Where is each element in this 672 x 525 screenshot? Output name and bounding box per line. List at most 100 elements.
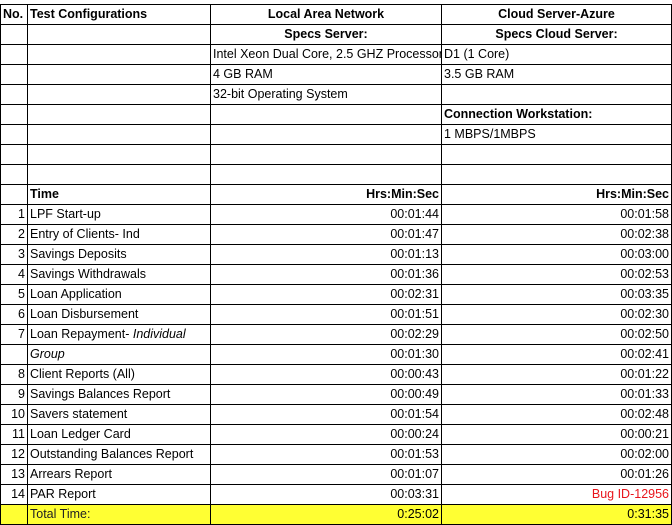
test-label[interactable]: Loan Repayment- Individual (27, 324, 211, 345)
test-label[interactable]: Savings Balances Report (27, 384, 211, 405)
row-number[interactable]: 12 (0, 444, 28, 465)
lan-time-value[interactable]: 00:01:13 (210, 244, 442, 265)
lan-time-value[interactable]: 00:03:31 (210, 484, 442, 505)
cell[interactable] (0, 164, 28, 185)
test-label[interactable]: Savings Withdrawals (27, 264, 211, 285)
lan-spec-cpu[interactable]: Intel Xeon Dual Core, 2.5 GHZ Processor (210, 44, 442, 65)
lan-time-value[interactable]: 00:01:51 (210, 304, 442, 325)
test-label[interactable]: Savings Deposits (27, 244, 211, 265)
test-label[interactable]: Arrears Report (27, 464, 211, 485)
cloud-spec-cores[interactable]: D1 (1 Core) (441, 44, 672, 65)
cloud-time-value[interactable]: 00:02:30 (441, 304, 672, 325)
cloud-specs-title[interactable]: Specs Cloud Server: (441, 24, 672, 45)
cloud-time-value[interactable]: 00:01:26 (441, 464, 672, 485)
cell[interactable] (0, 64, 28, 85)
cloud-time-value[interactable]: 00:02:48 (441, 404, 672, 425)
cell[interactable] (210, 164, 442, 185)
cell[interactable] (27, 64, 211, 85)
lan-spec-os[interactable]: 32-bit Operating System (210, 84, 442, 105)
lan-time-value[interactable]: 00:01:53 (210, 444, 442, 465)
test-label[interactable]: Client Reports (All) (27, 364, 211, 385)
total-cloud-value[interactable]: 0:31:35 (441, 504, 672, 525)
cloud-connection-title[interactable]: Connection Workstation: (441, 104, 672, 125)
test-label[interactable]: Loan Ledger Card (27, 424, 211, 445)
cloud-time-value[interactable]: 00:02:53 (441, 264, 672, 285)
cloud-time-value[interactable]: 00:00:21 (441, 424, 672, 445)
lan-specs-title[interactable]: Specs Server: (210, 24, 442, 45)
cell[interactable] (441, 164, 672, 185)
cloud-time-value[interactable]: 00:01:58 (441, 204, 672, 225)
test-label[interactable]: Savers statement (27, 404, 211, 425)
cell[interactable] (0, 184, 28, 205)
row-number[interactable]: 4 (0, 264, 28, 285)
cell[interactable] (0, 124, 28, 145)
cloud-bug-id[interactable]: Bug ID-12956 (441, 484, 672, 505)
cloud-time-header[interactable]: Hrs:Min:Sec (441, 184, 672, 205)
lan-time-value[interactable]: 00:01:54 (210, 404, 442, 425)
row-number[interactable] (0, 344, 28, 365)
lan-time-value[interactable]: 00:01:07 (210, 464, 442, 485)
row-number[interactable]: 13 (0, 464, 28, 485)
lan-time-value[interactable]: 00:01:44 (210, 204, 442, 225)
cell[interactable] (27, 124, 211, 145)
lan-spec-ram[interactable]: 4 GB RAM (210, 64, 442, 85)
cell[interactable] (0, 84, 28, 105)
cell[interactable] (441, 84, 672, 105)
cloud-time-value[interactable]: 00:01:22 (441, 364, 672, 385)
cell[interactable] (210, 124, 442, 145)
row-number[interactable]: 8 (0, 364, 28, 385)
cell[interactable] (27, 104, 211, 125)
lan-time-value[interactable]: 00:00:43 (210, 364, 442, 385)
row-number[interactable]: 14 (0, 484, 28, 505)
row-number[interactable]: 6 (0, 304, 28, 325)
row-number[interactable]: 1 (0, 204, 28, 225)
test-label[interactable]: LPF Start-up (27, 204, 211, 225)
cell[interactable] (27, 144, 211, 165)
lan-time-value[interactable]: 00:01:47 (210, 224, 442, 245)
row-number[interactable]: 7 (0, 324, 28, 345)
row-number[interactable]: 3 (0, 244, 28, 265)
cloud-time-value[interactable]: 00:02:41 (441, 344, 672, 365)
cloud-time-value[interactable]: 00:02:38 (441, 224, 672, 245)
cloud-spec-ram[interactable]: 3.5 GB RAM (441, 64, 672, 85)
test-label[interactable]: Loan Application (27, 284, 211, 305)
row-number[interactable]: 11 (0, 424, 28, 445)
header-lan[interactable]: Local Area Network (210, 4, 442, 25)
cell[interactable] (27, 24, 211, 45)
cell[interactable] (0, 104, 28, 125)
cell[interactable] (441, 144, 672, 165)
lan-time-value[interactable]: 00:01:36 (210, 264, 442, 285)
cell[interactable] (210, 144, 442, 165)
lan-time-value[interactable]: 00:02:29 (210, 324, 442, 345)
lan-time-value[interactable]: 00:00:24 (210, 424, 442, 445)
lan-time-value[interactable]: 00:02:31 (210, 284, 442, 305)
lan-time-header[interactable]: Hrs:Min:Sec (210, 184, 442, 205)
total-label[interactable]: Total Time: (27, 504, 211, 525)
test-label[interactable]: Entry of Clients- Ind (27, 224, 211, 245)
header-cloud[interactable]: Cloud Server-Azure (441, 4, 672, 25)
time-label[interactable]: Time (27, 184, 211, 205)
row-number[interactable]: 9 (0, 384, 28, 405)
cloud-time-value[interactable]: 00:03:35 (441, 284, 672, 305)
test-label[interactable]: Outstanding Balances Report (27, 444, 211, 465)
row-number[interactable]: 5 (0, 284, 28, 305)
row-number[interactable]: 2 (0, 224, 28, 245)
header-no[interactable]: No. (0, 4, 28, 25)
row-number[interactable]: 10 (0, 404, 28, 425)
cell[interactable] (0, 24, 28, 45)
cell[interactable] (0, 44, 28, 65)
cloud-time-value[interactable]: 00:02:50 (441, 324, 672, 345)
lan-time-value[interactable]: 00:01:30 (210, 344, 442, 365)
cell[interactable] (27, 44, 211, 65)
test-label[interactable]: PAR Report (27, 484, 211, 505)
test-label[interactable]: Group (27, 344, 211, 365)
cloud-connection-value[interactable]: 1 MBPS/1MBPS (441, 124, 672, 145)
cell[interactable] (27, 164, 211, 185)
cloud-time-value[interactable]: 00:01:33 (441, 384, 672, 405)
cloud-time-value[interactable]: 00:02:00 (441, 444, 672, 465)
test-label[interactable]: Loan Disbursement (27, 304, 211, 325)
header-test-configurations[interactable]: Test Configurations (27, 4, 211, 25)
lan-time-value[interactable]: 00:00:49 (210, 384, 442, 405)
cloud-time-value[interactable]: 00:03:00 (441, 244, 672, 265)
total-lan-value[interactable]: 0:25:02 (210, 504, 442, 525)
